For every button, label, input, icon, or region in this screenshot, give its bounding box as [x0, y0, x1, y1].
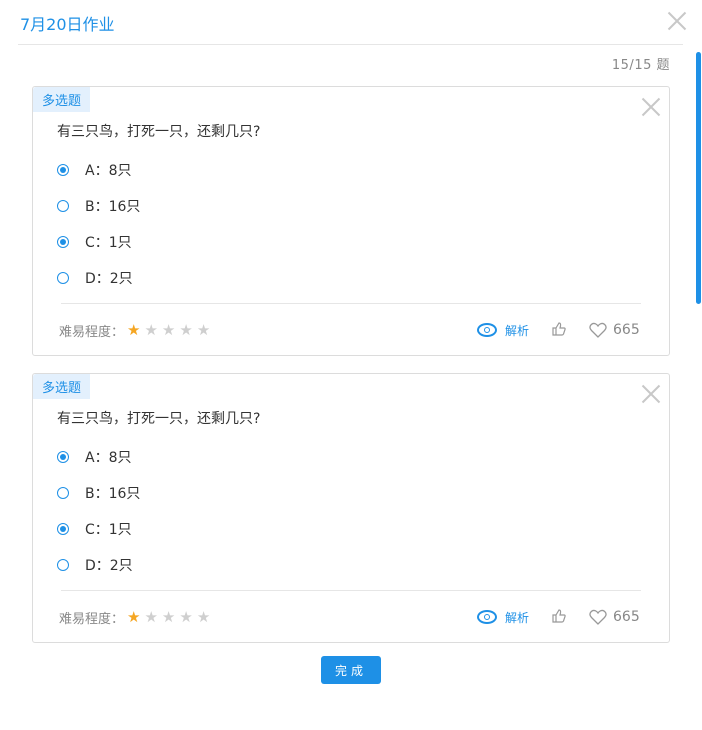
option-b[interactable]: B：16只: [57, 196, 140, 216]
question-card: 多选题 有三只鸟，打死一只，还剩几只? A：8只 B：16只 C：1只 D：2只…: [32, 373, 670, 643]
option-label: B：16只: [85, 199, 141, 215]
star-empty-icon: ★: [196, 321, 215, 339]
eye-icon: [477, 323, 497, 337]
option-label: A：8只: [85, 450, 132, 466]
thumbs-up-icon[interactable]: [551, 321, 567, 337]
option-label: C：1只: [85, 235, 132, 251]
option-d[interactable]: D：2只: [57, 555, 133, 575]
radio-icon[interactable]: [57, 487, 69, 499]
radio-icon[interactable]: [57, 200, 69, 212]
option-label: C：1只: [85, 522, 132, 538]
star-empty-icon: ★: [179, 321, 197, 339]
radio-icon[interactable]: [57, 559, 69, 571]
question-card: 多选题 有三只鸟，打死一只，还剩几只? A：8只 B：16只 C：1只 D：2只…: [32, 86, 670, 356]
page-title: 7月20日作业: [20, 15, 115, 34]
option-d[interactable]: D：2只: [57, 268, 133, 288]
star-filled-icon: ★: [127, 608, 145, 626]
difficulty-stars: ★★★★★: [127, 608, 214, 626]
card-footer: 难易程度： ★★★★★ 解析 665: [33, 319, 669, 343]
radio-icon[interactable]: [57, 523, 69, 535]
question-text: 有三只鸟，打死一只，还剩几只?: [57, 411, 261, 427]
done-button[interactable]: 完成: [321, 656, 381, 684]
radio-icon[interactable]: [57, 272, 69, 284]
card-footer: 难易程度： ★★★★★ 解析 665: [33, 606, 669, 630]
analysis-button[interactable]: 解析: [477, 319, 529, 341]
header-divider: [18, 44, 683, 45]
like-button[interactable]: 665: [589, 319, 640, 341]
option-label: B：16只: [85, 486, 141, 502]
question-counter: 15/15 题: [611, 58, 670, 73]
star-empty-icon: ★: [179, 608, 197, 626]
option-label: D：2只: [85, 558, 133, 574]
heart-icon: [589, 609, 607, 625]
close-icon[interactable]: [667, 11, 687, 31]
difficulty-stars: ★★★★★: [127, 321, 214, 339]
scrollbar[interactable]: [696, 52, 701, 304]
option-b[interactable]: B：16只: [57, 483, 140, 503]
option-c[interactable]: C：1只: [57, 519, 132, 539]
analysis-label: 解析: [505, 323, 530, 338]
card-close-icon[interactable]: [641, 384, 661, 404]
difficulty-label: 难易程度：: [59, 325, 125, 340]
card-divider: [61, 590, 641, 591]
question-type-tag: 多选题: [33, 87, 91, 112]
radio-icon[interactable]: [57, 236, 69, 248]
option-a[interactable]: A：8只: [57, 160, 131, 180]
question-type-tag: 多选题: [33, 374, 91, 399]
thumbs-up-icon[interactable]: [551, 608, 567, 624]
difficulty-label: 难易程度：: [59, 612, 125, 627]
analysis-label: 解析: [505, 610, 530, 625]
star-empty-icon: ★: [161, 321, 180, 339]
star-empty-icon: ★: [161, 608, 180, 626]
question-text: 有三只鸟，打死一只，还剩几只?: [57, 124, 261, 140]
eye-icon: [477, 610, 497, 624]
star-filled-icon: ★: [127, 321, 145, 339]
like-count: 665: [613, 322, 640, 338]
radio-icon[interactable]: [57, 164, 69, 176]
option-label: A：8只: [85, 163, 132, 179]
heart-icon: [589, 322, 607, 338]
like-count: 665: [613, 609, 640, 625]
star-empty-icon: ★: [144, 321, 162, 339]
option-label: D：2只: [85, 271, 133, 287]
option-c[interactable]: C：1只: [57, 232, 132, 252]
card-divider: [61, 303, 641, 304]
card-close-icon[interactable]: [641, 97, 661, 117]
analysis-button[interactable]: 解析: [477, 606, 529, 628]
star-empty-icon: ★: [144, 608, 162, 626]
star-empty-icon: ★: [196, 608, 215, 626]
like-button[interactable]: 665: [589, 606, 640, 628]
option-a[interactable]: A：8只: [57, 447, 131, 467]
radio-icon[interactable]: [57, 451, 69, 463]
